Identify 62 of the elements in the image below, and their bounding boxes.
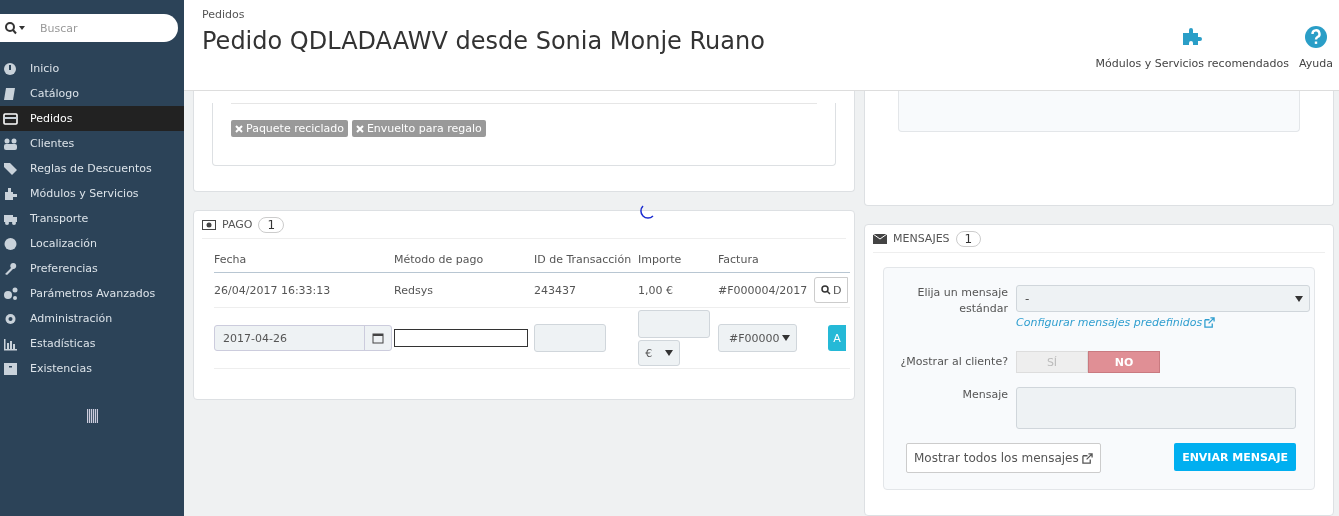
breadcrumb[interactable]: Pedidos: [202, 8, 765, 21]
column-header: Importe: [638, 253, 682, 266]
sidebar-item[interactable]: Localización: [0, 231, 184, 256]
table-cell: Redsys: [394, 283, 433, 297]
currency-select[interactable]: €: [638, 340, 680, 366]
details-button[interactable]: D: [814, 277, 848, 303]
panel-title: MENSAJES: [893, 232, 950, 245]
close-icon[interactable]: [355, 124, 364, 133]
column-header: Método de pago: [394, 253, 484, 266]
sidebar-item[interactable]: Transporte: [0, 206, 184, 231]
caret-icon: [664, 350, 673, 356]
search-icon: [821, 285, 831, 295]
archive-icon: [3, 361, 18, 376]
card-icon: [3, 111, 18, 126]
message-field[interactable]: [1016, 387, 1296, 429]
field-label: Mensaje: [961, 387, 1008, 403]
toolbar-action[interactable]: Ayuda: [1299, 25, 1333, 70]
sidebar-item[interactable]: Reglas de Descuentos: [0, 156, 184, 181]
sidebar-item[interactable]: Parámetros Avanzados: [0, 281, 184, 306]
tag: Paquete reciclado: [231, 120, 348, 137]
invoice-select[interactable]: #F00000: [718, 324, 797, 352]
external-link-icon: [1081, 452, 1093, 464]
sidebar-item[interactable]: Pedidos: [0, 106, 184, 131]
tag-icon: [3, 161, 18, 176]
column-header: Factura: [718, 253, 759, 266]
sidebar-item[interactable]: Módulos y Servicios: [0, 181, 184, 206]
input-field[interactable]: [394, 329, 528, 347]
column-header: Fecha: [214, 253, 247, 266]
chart-icon: [3, 336, 18, 351]
sidebar-item[interactable]: Preferencias: [0, 256, 184, 281]
sidebar-item[interactable]: Catálogo: [0, 81, 184, 106]
puzzle-icon: [3, 186, 18, 201]
money-icon: [202, 219, 216, 230]
table-cell: 243437: [534, 283, 576, 297]
calendar-icon: [372, 332, 384, 344]
message-select[interactable]: -: [1016, 285, 1310, 312]
sidebar-item[interactable]: Estadísticas: [0, 331, 184, 356]
search-icon: [4, 21, 26, 35]
column-header: ID de Transacción: [534, 253, 632, 266]
table-cell: 26/04/2017 16:33:13: [214, 283, 331, 297]
sidebar-item[interactable]: Existencias: [0, 356, 184, 381]
caret-icon: [782, 335, 790, 341]
sidebar-item[interactable]: Clientes: [0, 131, 184, 156]
collapse-icon[interactable]: [86, 409, 98, 423]
show-all-button[interactable]: Mostrar todos los mensajes: [906, 443, 1101, 473]
sidebar-item[interactable]: Inicio: [0, 56, 184, 81]
table-cell: #F000004/2017: [718, 283, 808, 297]
caret-icon: [1295, 295, 1303, 302]
sidebar-item[interactable]: Administración: [0, 306, 184, 331]
tag: Envuelto para regalo: [351, 120, 486, 137]
field-label: ¿Mostrar al cliente?: [899, 354, 1008, 370]
panel-title: PAGO: [222, 218, 253, 231]
users-icon: [3, 136, 18, 151]
external-link-icon: [1204, 317, 1216, 328]
table-cell: 1,00 €: [638, 283, 673, 297]
help-icon: [1304, 25, 1328, 49]
page-title: Pedido QDLADAAWV desde Sonia Monje Ruano: [202, 27, 765, 55]
date-field[interactable]: 2017-04-26: [214, 325, 392, 351]
field-label: Elija un mensaje estándar: [916, 285, 1008, 317]
envelope-icon: [873, 233, 887, 244]
toolbar-action[interactable]: Módulos y Servicios recomendados: [1095, 25, 1289, 70]
close-icon[interactable]: [235, 124, 243, 133]
